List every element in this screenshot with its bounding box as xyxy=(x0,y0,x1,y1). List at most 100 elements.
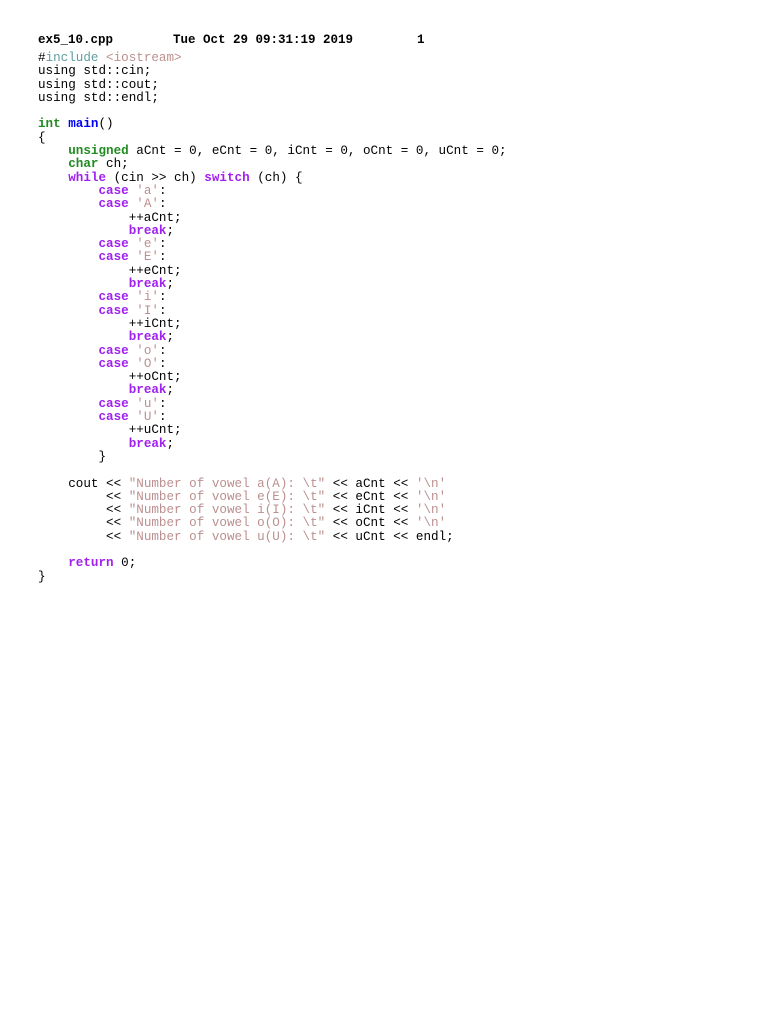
code-token: : xyxy=(158,410,167,425)
code-line: ++iCnt; xyxy=(38,316,507,331)
code-token: "Number of vowel e(E): \t" xyxy=(128,489,326,504)
code-token: '\n' xyxy=(415,476,447,491)
code-token: 'o' xyxy=(136,343,159,358)
code-token: << aCnt << xyxy=(325,476,416,491)
code-token: 'E' xyxy=(136,250,159,265)
code-token: case xyxy=(98,197,129,212)
code-line: cout << "Number of vowel a(A): \t" << aC… xyxy=(38,476,507,491)
code-token: << oCnt << xyxy=(325,516,416,531)
code-token: : xyxy=(158,197,167,212)
code-line: case 'e': xyxy=(38,238,507,251)
code-token: 'u' xyxy=(136,396,159,411)
code-token: << xyxy=(38,529,129,544)
code-line: return 0; xyxy=(38,557,507,570)
code-token: case xyxy=(98,183,129,198)
code-token: << eCnt << xyxy=(325,489,416,504)
code-token: (ch) { xyxy=(249,170,303,185)
code-token: unsigned xyxy=(68,144,129,159)
code-line: ++eCnt; xyxy=(38,263,507,278)
code-line: } xyxy=(38,570,507,584)
code-token: << uCnt << endl; xyxy=(325,529,454,544)
code-token: using std::cin; xyxy=(38,64,152,79)
code-token: (cin >> ch) xyxy=(106,170,205,185)
code-token: "Number of vowel o(O): \t" xyxy=(128,516,326,531)
code-token: "Number of vowel u(U): \t" xyxy=(128,529,326,544)
code-token: 'A' xyxy=(136,197,159,212)
code-token: : xyxy=(158,343,167,358)
code-line: char ch; xyxy=(38,158,507,171)
header-filename: ex5_10.cpp xyxy=(38,33,114,47)
code-token: : xyxy=(158,183,167,198)
code-token: << iCnt << xyxy=(325,503,416,518)
code-token: '\n' xyxy=(415,489,447,504)
code-token: case xyxy=(98,303,129,318)
code-token: ++eCnt; xyxy=(38,263,182,278)
code-token: "Number of vowel i(I): \t" xyxy=(128,503,326,518)
code-token: : xyxy=(158,356,167,371)
printed-page: ex5_10.cpp Tue Oct 29 09:31:19 2019 1 #i… xyxy=(0,0,768,1024)
code-token: 'U' xyxy=(136,410,159,425)
code-token: aCnt = 0, eCnt = 0, iCnt = 0, oCnt = 0, … xyxy=(128,144,507,159)
code-token: ch; xyxy=(98,157,129,172)
code-token: '\n' xyxy=(415,516,447,531)
code-token: ; xyxy=(166,330,175,345)
code-line: << "Number of vowel u(U): \t" << uCnt <<… xyxy=(38,529,507,544)
code-line: while (cin >> ch) switch (ch) { xyxy=(38,170,507,185)
code-token: << xyxy=(38,516,129,531)
code-token: <iostream> xyxy=(106,51,182,65)
code-line: case 'o': xyxy=(38,343,507,358)
code-line: ++uCnt; xyxy=(38,424,507,437)
code-line: ++oCnt; xyxy=(38,370,507,384)
code-line: break; xyxy=(38,436,507,451)
code-line: << "Number of vowel i(I): \t" << iCnt <<… xyxy=(38,503,507,518)
code-line: int main() xyxy=(38,118,507,131)
code-token: "Number of vowel a(A): \t" xyxy=(128,476,326,491)
code-token: : xyxy=(158,237,167,252)
code-token: : xyxy=(158,303,167,318)
code-token: << xyxy=(38,489,129,504)
code-token: 'i' xyxy=(136,290,159,305)
code-line: << "Number of vowel e(E): \t" << eCnt <<… xyxy=(38,489,507,504)
code-token: break xyxy=(128,383,167,398)
code-token: break xyxy=(128,223,167,238)
header-datetime: Tue Oct 29 09:31:19 2019 xyxy=(173,33,354,47)
code-token: 'a' xyxy=(136,183,159,198)
code-line: case 'u': xyxy=(38,396,507,411)
code-token: case xyxy=(98,396,129,411)
code-token: return xyxy=(68,556,114,571)
code-token: : xyxy=(158,396,167,411)
code-token: 'I' xyxy=(136,303,159,318)
code-token: ; xyxy=(166,277,175,292)
code-token: using std::endl; xyxy=(38,90,159,105)
code-line: case 'E': xyxy=(38,251,507,264)
code-line: #include <iostream> xyxy=(38,51,507,65)
code-token: switch xyxy=(204,170,250,185)
code-token: ++iCnt; xyxy=(38,316,182,331)
code-token: break xyxy=(128,330,167,345)
code-token: case xyxy=(98,356,129,371)
code-token: break xyxy=(128,436,167,451)
code-line: case 'a': xyxy=(38,183,507,198)
code-line: break; xyxy=(38,331,507,344)
code-token: () xyxy=(98,117,114,132)
code-token: ; xyxy=(166,383,175,398)
code-token: # xyxy=(38,51,46,65)
